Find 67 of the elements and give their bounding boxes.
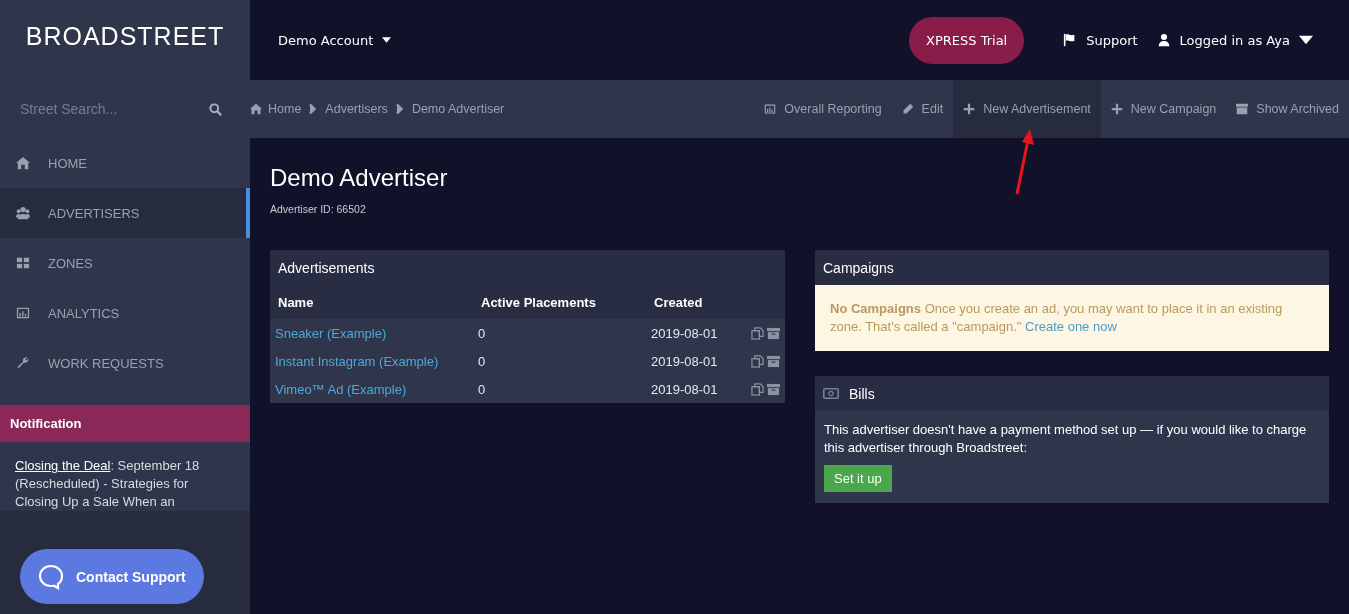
setup-button[interactable]: Set it up	[824, 465, 892, 492]
advertiser-id: Advertiser ID: 66502	[270, 203, 367, 215]
logo[interactable]: BROADSTREET	[25, 21, 225, 59]
support-link[interactable]: Support	[1063, 32, 1138, 48]
trial-button[interactable]: XPRESS Trial	[909, 16, 1025, 64]
page-title: Demo Advertiser	[270, 164, 449, 192]
home-icon	[250, 103, 262, 115]
column-header: Active Placements	[473, 285, 646, 319]
breadcrumb-link[interactable]: Demo Advertiser	[411, 102, 505, 116]
home-icon	[16, 156, 30, 170]
caret-icon	[382, 37, 392, 43]
chevron-icon	[393, 103, 406, 115]
panel-title: Bills	[849, 385, 875, 402]
bar-chart-icon	[16, 306, 30, 320]
search-field[interactable]: Street Search...	[20, 101, 201, 117]
cash-icon	[823, 388, 839, 399]
copy-icon[interactable]	[751, 326, 764, 340]
nav-item[interactable]: ANALYTICS	[0, 288, 250, 338]
nav-item[interactable]: ZONES	[0, 238, 250, 288]
table-cell: 0	[473, 319, 646, 347]
nav-item[interactable]: ADVERTISERS	[0, 188, 250, 238]
grid-icon	[16, 256, 30, 270]
archive-box-icon[interactable]	[767, 354, 780, 368]
panel-title: Campaigns	[823, 259, 894, 276]
nav-item[interactable]: WORK REQUESTS	[0, 338, 250, 388]
toolbar-button[interactable]: Overall Reporting	[754, 80, 892, 138]
plus-icon	[1110, 103, 1123, 115]
bar-chart-icon	[764, 103, 777, 115]
caret-icon	[1299, 33, 1313, 47]
alert-text: No Campaigns Once you create an ad, you may want to place it in an existing zone. That's called a "campaign." Create one now	[830, 300, 1284, 336]
toolbar-button[interactable]: Show Archived	[1226, 80, 1349, 138]
archive-box-icon[interactable]	[767, 326, 780, 340]
wrench-icon	[16, 356, 30, 370]
toolbar-button[interactable]: New Campaign	[1100, 80, 1227, 138]
archive-box-icon[interactable]	[767, 382, 780, 396]
advertisement-link[interactable]: Vimeo™ Ad (Example)	[270, 375, 473, 403]
table-cell: 0	[473, 347, 646, 375]
nav-item[interactable]: HOME	[0, 138, 250, 188]
create-link[interactable]: Create one now	[1025, 319, 1117, 334]
column-header: Created	[646, 285, 739, 319]
table-cell: 2019-08-01	[646, 347, 739, 375]
breadcrumb-link[interactable]: Advertisers	[325, 102, 388, 116]
search-icon[interactable]	[209, 102, 222, 116]
advertisement-link[interactable]: Instant Instagram (Example)	[270, 347, 473, 375]
notification-text: Closing the Deal: September 18 (Rescheduled) - Strategies for Closing Up a Sale When an	[15, 457, 201, 511]
copy-icon[interactable]	[751, 382, 764, 396]
breadcrumb-link[interactable]: Home	[250, 102, 302, 116]
panel-title: Advertisements	[278, 259, 375, 276]
archive-box-icon	[1236, 103, 1249, 115]
notification-title: Notification	[10, 416, 82, 431]
toolbar-button[interactable]: Edit	[891, 80, 954, 138]
pencil-icon	[901, 103, 914, 115]
user-icon	[1156, 33, 1171, 47]
user-menu[interactable]: Logged in as Aya	[1156, 32, 1313, 48]
copy-icon[interactable]	[751, 354, 764, 368]
bills-text: This advertiser doesn't have a payment method set up — if you would like to charge this advertiser through Broadstreet:	[824, 421, 1308, 457]
account-menu[interactable]: Demo Account	[278, 32, 392, 48]
chat-bubble-icon	[38, 563, 64, 590]
advertisement-link[interactable]: Sneaker (Example)	[270, 319, 473, 347]
plus-icon	[963, 103, 976, 115]
toolbar-button[interactable]: New Advertisement	[953, 80, 1101, 138]
table-cell: 2019-08-01	[646, 375, 739, 403]
table-cell: 0	[473, 375, 646, 403]
contact-support-button[interactable]: Contact Support	[20, 549, 204, 604]
table-cell: 2019-08-01	[646, 319, 739, 347]
people-icon	[16, 206, 30, 220]
column-header: Name	[270, 285, 473, 319]
